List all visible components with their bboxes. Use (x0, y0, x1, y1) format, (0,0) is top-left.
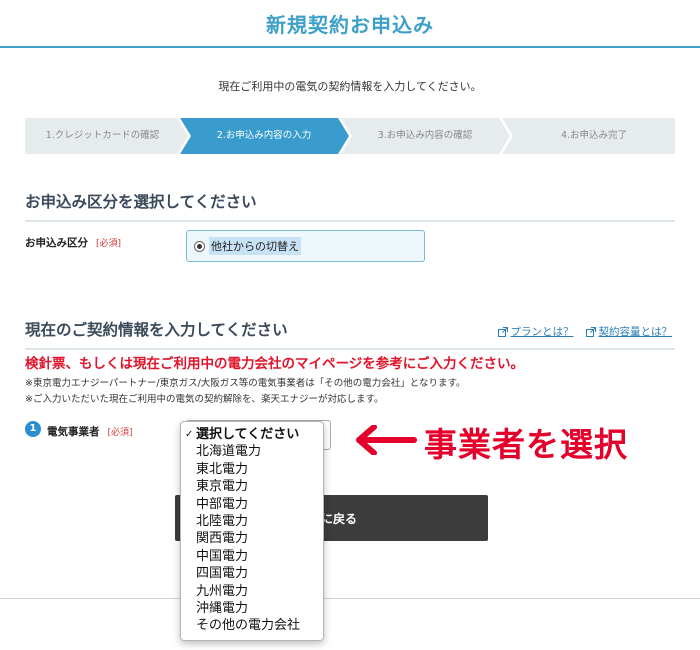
dropdown-option[interactable]: 中国電力 (181, 548, 323, 565)
progress-steps: 1.クレジットカードの確認 2.お申込み内容の入力 3.お申込み内容の確認 4.… (25, 118, 675, 154)
dropdown-option[interactable]: 関西電力 (181, 530, 323, 547)
dropdown-option[interactable]: 北陸電力 (181, 513, 323, 530)
required-badge: [必須] (107, 428, 133, 438)
capacity-help-link-text: 契約容量とは？ (598, 326, 673, 338)
intro-text: 現在ご利用中の電気の契約情報を入力してください。 (218, 80, 482, 93)
utility-provider-dropdown[interactable]: ✓ 選択してください 北海道電力 東北電力 東京電力 中部電力 北陸電力 関西電力… (180, 421, 324, 641)
dropdown-option[interactable]: 九州電力 (181, 583, 323, 600)
step-3-label: 3.お申込み内容の確認 (377, 130, 473, 141)
dropdown-option[interactable]: ✓ 選択してください (181, 426, 323, 443)
check-icon: ✓ (185, 429, 194, 440)
plan-help-link-text: プランとは？ (510, 326, 574, 338)
utility-provider-label: 電気事業者 [必須] (47, 424, 133, 439)
external-link-icon (497, 326, 508, 337)
section-title-application-type: お申込み区分を選択してください (25, 190, 675, 222)
external-link-icon (585, 326, 596, 337)
dropdown-option[interactable]: 沖縄電力 (181, 600, 323, 617)
step-1-label: 1.クレジットカードの確認 (45, 130, 160, 141)
annotation-label: 事業者を選択 (424, 425, 628, 464)
dropdown-option[interactable]: 北海道電力 (181, 443, 323, 460)
warning-message: 検針票、もしくは現在ご利用中の電力会社のマイページを参考にご入力ください。 (25, 356, 524, 372)
dropdown-option[interactable]: 東北電力 (181, 461, 323, 478)
required-badge: [必須] (96, 239, 122, 249)
step-2-label: 2.お申込み内容の入力 (216, 130, 312, 141)
utility-provider-label-text: 電気事業者 (47, 426, 100, 438)
help-links: プランとは？ 契約容量とは？ (497, 324, 673, 339)
dropdown-option[interactable]: その他の電力会社 (181, 617, 323, 634)
page-header: 新規契約お申込み (0, 0, 700, 48)
dropdown-option[interactable]: 四国電力 (181, 565, 323, 582)
capacity-help-link[interactable]: 契約容量とは？ (585, 324, 673, 339)
dropdown-option[interactable]: 中部電力 (181, 496, 323, 513)
application-type-label-text: お申込み区分 (25, 237, 88, 249)
radio-button[interactable] (194, 240, 205, 252)
step-4-label: 4.お申込み完了 (560, 130, 628, 141)
radio-selected-dot (197, 243, 202, 249)
note-contract-cancellation: ※ご入力いただいた現在ご利用中の電気の契約解除を、楽天エナジーが対応します。 (25, 394, 384, 405)
application-type-label: お申込み区分 [必須] (25, 235, 121, 250)
arrow-left-icon (356, 425, 417, 455)
page-title: 新規契約お申込み (266, 12, 434, 37)
radio-option-label: 他社からの切替え (209, 237, 301, 255)
footer-divider (0, 598, 700, 599)
plan-help-link[interactable]: プランとは？ (497, 324, 574, 339)
switch-radio-option[interactable]: 他社からの切替え (186, 230, 425, 262)
dropdown-option[interactable]: 東京電力 (181, 478, 323, 495)
back-button-label: に戻る (321, 512, 358, 526)
field-number-badge: 1 (25, 421, 41, 437)
dropdown-option-label: 選択してください (196, 427, 300, 442)
note-utility-companies: ※東京電力エナジーパートナー/東京ガス/大阪ガス等の電気事業者は「その他の電力会… (25, 378, 466, 389)
